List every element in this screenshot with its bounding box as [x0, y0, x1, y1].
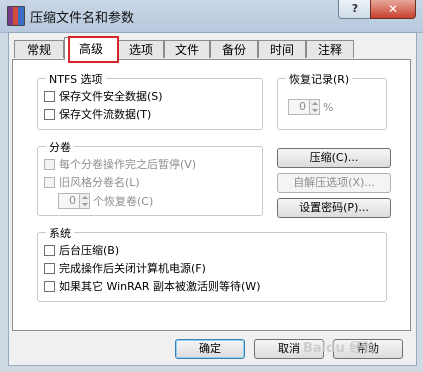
system-title: 系统 [46, 225, 74, 241]
save-streams-checkbox[interactable]: 保存文件流数据(T) [44, 107, 151, 121]
checkbox-icon[interactable] [44, 262, 55, 274]
set-password-button[interactable]: 设置密码(P)... [277, 198, 391, 218]
recovery-record-spinner[interactable]: 0 % [288, 99, 333, 115]
checkbox-icon[interactable] [44, 176, 55, 188]
wait-other-copies-label: 如果其它 WinRAR 副本被激活则等待(W) [59, 280, 261, 293]
ntfs-options-group: NTFS 选项 保存文件安全数据(S) 保存文件流数据(T) [37, 71, 263, 130]
pause-after-volume-checkbox[interactable]: 每个分卷操作完之后暂停(V) [44, 157, 196, 171]
recovery-record-group: 恢复记录(R) 0 % [277, 71, 387, 130]
baidu-watermark: Baidu 经验 [303, 341, 376, 356]
background-compress-checkbox[interactable]: 后台压缩(B) [44, 243, 119, 257]
title-bar: 压缩文件名和参数 ? ✕ [0, 0, 423, 33]
volumes-title: 分卷 [46, 139, 74, 155]
winrar-app-icon [7, 6, 25, 26]
old-style-names-label: 旧风格分卷名(L) [59, 176, 140, 189]
window-title: 压缩文件名和参数 [30, 11, 135, 26]
shutdown-after-checkbox[interactable]: 完成操作后关闭计算机电源(F) [44, 261, 206, 275]
wait-other-copies-checkbox[interactable]: 如果其它 WinRAR 副本被激活则等待(W) [44, 279, 260, 293]
shutdown-after-label: 完成操作后关闭计算机电源(F) [59, 262, 206, 275]
checkbox-icon[interactable] [44, 158, 55, 170]
tab-comment[interactable]: 注释 [306, 40, 354, 58]
tab-options[interactable]: 选项 [118, 40, 164, 58]
advanced-tab-panel: NTFS 选项 保存文件安全数据(S) 保存文件流数据(T) 恢复记录(R) 0… [12, 59, 411, 331]
save-security-label: 保存文件安全数据(S) [59, 90, 163, 103]
red-highlight-box [68, 36, 119, 63]
checkbox-icon[interactable] [44, 90, 55, 102]
save-security-checkbox[interactable]: 保存文件安全数据(S) [44, 89, 163, 103]
help-caption-button[interactable]: ? [338, 0, 372, 19]
checkbox-icon[interactable] [44, 280, 55, 292]
compression-button[interactable]: 压缩(C)... [277, 148, 391, 168]
close-button[interactable]: ✕ [370, 0, 416, 19]
checkbox-icon[interactable] [44, 108, 55, 120]
ntfs-options-title: NTFS 选项 [46, 71, 106, 87]
system-group: 系统 后台压缩(B) 完成操作后关闭计算机电源(F) 如果其它 WinRAR 副… [37, 225, 387, 302]
recovery-volumes-label: 个恢复卷(C) [93, 195, 154, 208]
spinner-arrows-icon[interactable] [310, 99, 320, 115]
recovery-record-title: 恢复记录(R) [286, 71, 353, 87]
background-compress-label: 后台压缩(B) [59, 244, 120, 257]
volumes-group: 分卷 每个分卷操作完之后暂停(V) 旧风格分卷名(L) 0 个恢复卷(C) [37, 139, 263, 216]
pause-after-volume-label: 每个分卷操作完之后暂停(V) [59, 158, 197, 171]
sfx-options-button[interactable]: 自解压选项(X)... [277, 173, 391, 193]
spinner-arrows-icon[interactable] [80, 193, 90, 209]
recovery-volumes-spinner[interactable]: 0 个恢复卷(C) [58, 193, 153, 209]
tab-files[interactable]: 文件 [164, 40, 210, 58]
tab-general[interactable]: 常规 [14, 40, 64, 58]
recovery-record-unit: % [323, 100, 334, 114]
checkbox-icon[interactable] [44, 244, 55, 256]
dialog-body: 常规 高级 选项 文件 备份 时间 注释 NTFS 选项 保存文件安全数据(S)… [8, 32, 417, 366]
save-streams-label: 保存文件流数据(T) [59, 108, 152, 121]
recovery-record-value[interactable]: 0 [288, 99, 310, 115]
tab-backup[interactable]: 备份 [210, 40, 258, 58]
ok-button[interactable]: 确定 [175, 339, 245, 359]
tab-time[interactable]: 时间 [258, 40, 306, 58]
recovery-volumes-value[interactable]: 0 [58, 193, 80, 209]
old-style-names-checkbox[interactable]: 旧风格分卷名(L) [44, 175, 140, 189]
